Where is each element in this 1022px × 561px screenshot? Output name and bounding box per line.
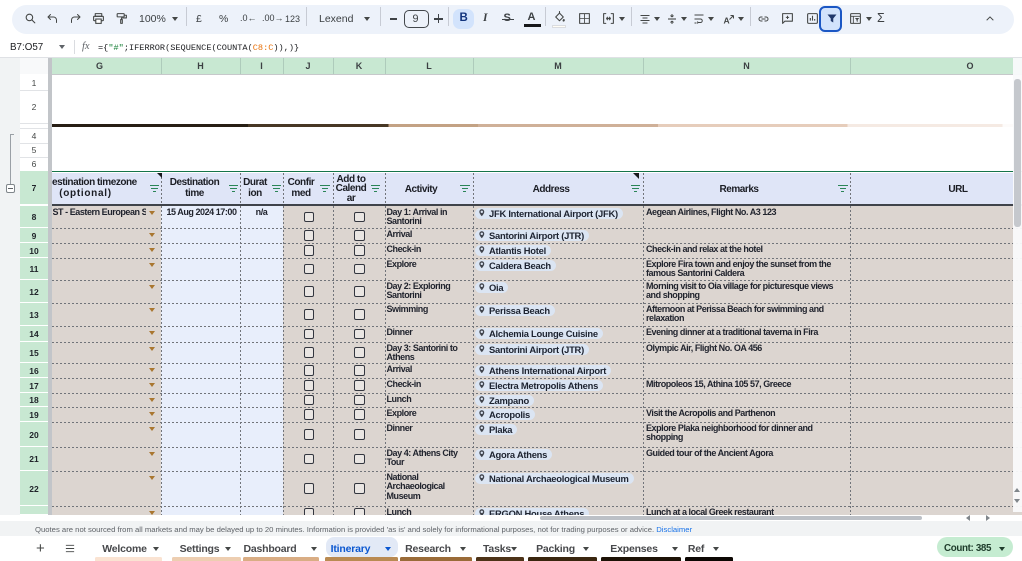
svg-text:A: A	[724, 16, 730, 26]
